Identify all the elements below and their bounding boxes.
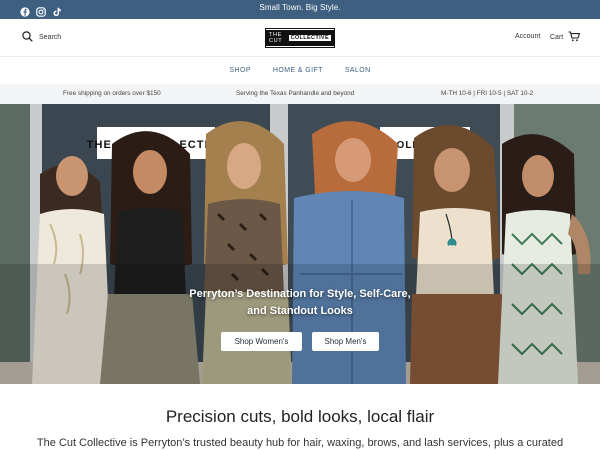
hero-caption-line1: Perryton’s Destination for Style, Self-C… xyxy=(189,288,411,300)
logo-collective: COLLECTIVE xyxy=(288,35,331,41)
shop-mens-button[interactable]: Shop Men's xyxy=(312,332,379,351)
cart-icon xyxy=(568,31,581,44)
hero-caption: Perryton’s Destination for Style, Self-C… xyxy=(0,286,600,320)
site-header: Search THE CUT COLLECTIVE Account Cart xyxy=(0,19,600,57)
site-logo[interactable]: THE CUT COLLECTIVE xyxy=(265,28,335,48)
nav-item-home-gift[interactable]: HOME & GIFT xyxy=(273,67,323,74)
main-nav: SHOP HOME & GIFT SALON xyxy=(0,57,600,84)
nav-item-salon[interactable]: SALON xyxy=(345,67,371,74)
search-button[interactable]: Search xyxy=(22,31,61,44)
serving-info: Serving the Texas Panhandle and beyond xyxy=(236,90,355,97)
account-link[interactable]: Account xyxy=(515,33,540,40)
shop-womens-button[interactable]: Shop Women's xyxy=(221,332,302,351)
info-bar: Free shipping on orders over $150 Servin… xyxy=(0,84,600,104)
intro-headline: Precision cuts, bold looks, local flair xyxy=(165,407,435,426)
logo-mark: THE CUT COLLECTIVE xyxy=(266,30,334,46)
search-label: Search xyxy=(39,34,62,41)
logo-the: THE CUT xyxy=(269,32,283,44)
store-hours: M-TH 10-6 | FRI 10-5 | SAT 10-2 xyxy=(441,90,534,97)
search-icon xyxy=(22,31,33,44)
nav-item-shop[interactable]: SHOP xyxy=(229,67,250,74)
announcement-bar: Small Town. Big Style. xyxy=(0,0,600,19)
cart-label: Cart xyxy=(550,34,564,41)
hero-buttons: Shop Women's Shop Men's xyxy=(0,332,600,351)
shipping-info: Free shipping on orders over $150 xyxy=(63,90,161,97)
cart-link[interactable]: Cart xyxy=(550,31,581,44)
intro-text: The Cut Collective is Perryton’s trusted… xyxy=(36,437,564,449)
hero-banner: THE CUT COLLECTIVE COLLECTIVE xyxy=(0,104,600,384)
announcement-message: Small Town. Big Style. xyxy=(259,3,341,12)
hero-caption-line2: and Standout Looks xyxy=(247,305,353,317)
